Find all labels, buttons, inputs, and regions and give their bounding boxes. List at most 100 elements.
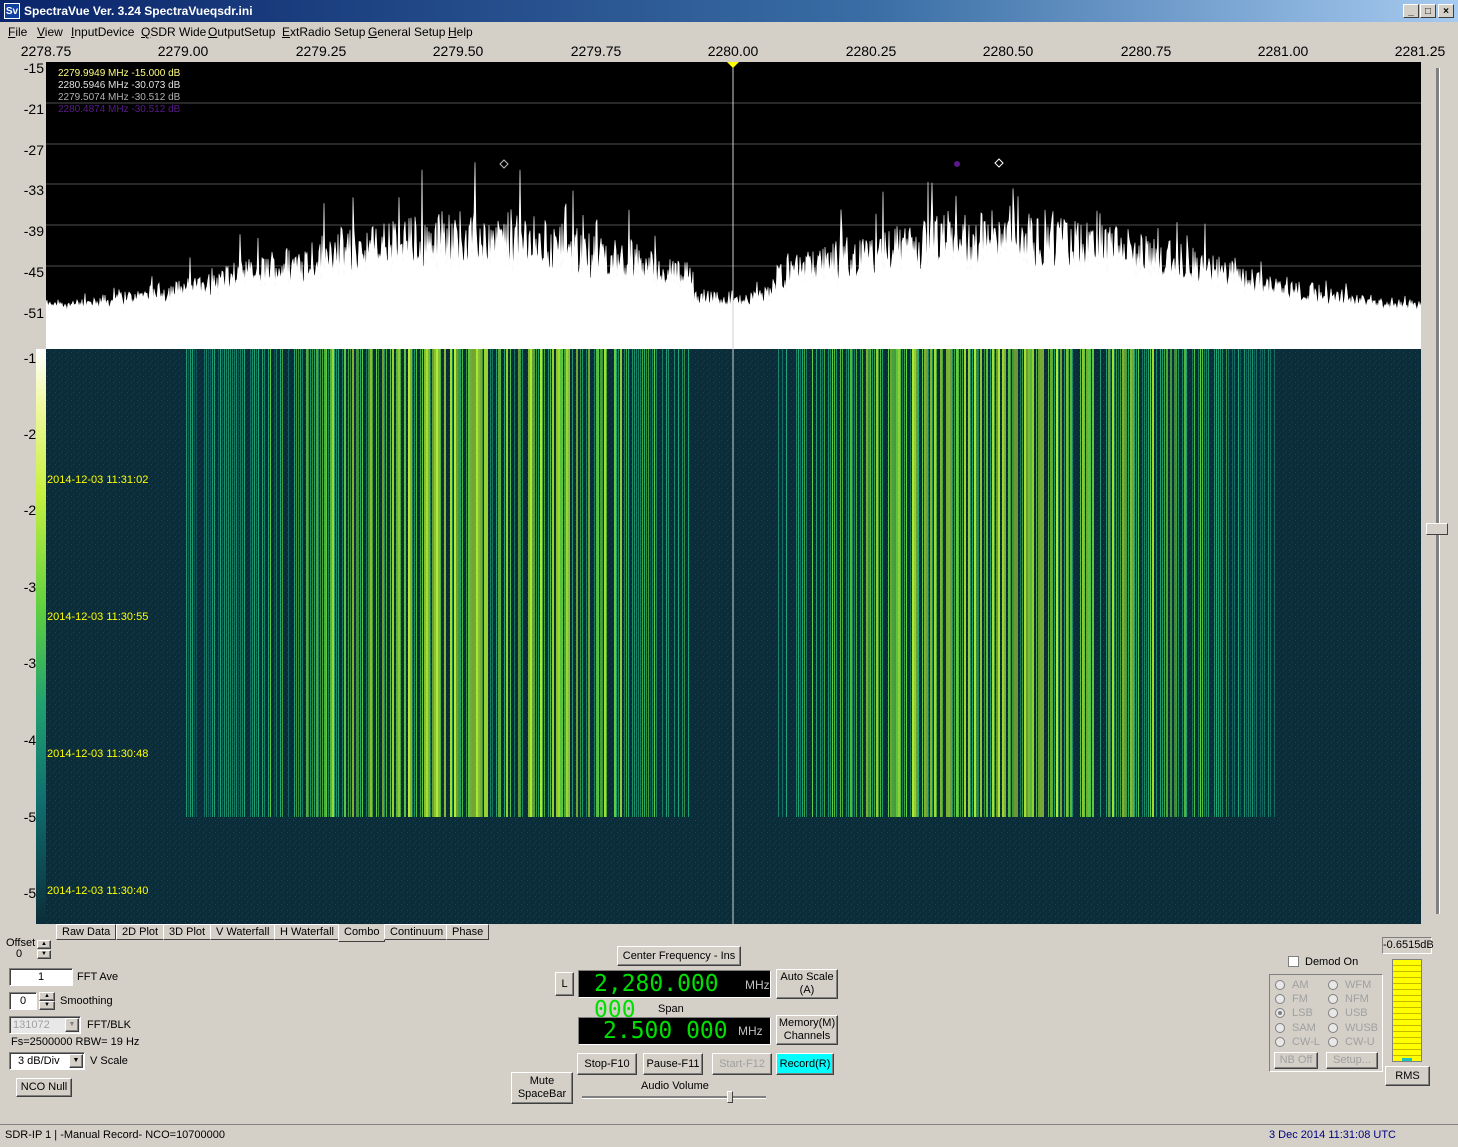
radio-fm[interactable]: [1275, 994, 1285, 1004]
radio-nfm[interactable]: [1328, 994, 1338, 1004]
waterfall-line: [362, 349, 363, 817]
app-icon[interactable]: Sv: [4, 3, 20, 19]
tab-v-waterfall[interactable]: V Waterfall: [210, 924, 276, 940]
waterfall-line: [674, 349, 675, 817]
status-datetime: 3 Dec 2014 11:31:08 UTC: [1269, 1129, 1396, 1141]
offset-down-icon[interactable]: ▼: [37, 950, 51, 959]
tab-combo[interactable]: Combo: [338, 924, 386, 942]
memory-channels-button[interactable]: Memory(M) Channels: [776, 1015, 838, 1045]
fft-ave-input[interactable]: 1: [9, 968, 73, 986]
freq-tick-label: 2280.25: [845, 43, 897, 59]
reference-slider-thumb[interactable]: [1426, 523, 1448, 535]
spectrum-waterfall-svg[interactable]: [46, 62, 1421, 924]
audio-volume-thumb[interactable]: [727, 1091, 733, 1103]
mute-button[interactable]: Mute SpaceBar: [511, 1072, 573, 1104]
waterfall-line: [1202, 349, 1203, 817]
radio-lsb[interactable]: [1275, 1008, 1285, 1018]
menu-inputdevice[interactable]: InputDevice: [71, 25, 134, 39]
audio-volume-track[interactable]: [582, 1096, 766, 1099]
vscale-label: V Scale: [90, 1055, 128, 1067]
l-button[interactable]: L: [555, 972, 574, 996]
tab-h-waterfall[interactable]: H Waterfall: [274, 924, 340, 940]
nb-off-button[interactable]: NB Off: [1274, 1052, 1318, 1069]
waterfall-line: [854, 349, 855, 817]
freq-tick-label: 2279.25: [295, 43, 347, 59]
waterfall-line: [912, 349, 914, 817]
radio-cw-u[interactable]: [1328, 1037, 1338, 1047]
waterfall-line: [1086, 349, 1088, 817]
radio-wfm[interactable]: [1328, 980, 1338, 990]
setup-button[interactable]: Setup...: [1326, 1052, 1378, 1069]
vscale-dropdown-icon[interactable]: ▼: [69, 1054, 83, 1068]
center-frequency-button[interactable]: Center Frequency - Ins: [617, 946, 741, 966]
mode-label-nfm: NFM: [1345, 993, 1369, 1005]
waterfall-line: [296, 349, 297, 817]
plot-area[interactable]: 2279.9949 MHz -15.000 dB 2280.5946 MHz -…: [46, 62, 1421, 924]
waterfall-line: [620, 349, 622, 817]
tab-raw-data[interactable]: Raw Data: [56, 924, 117, 940]
record-button[interactable]: Record(R): [776, 1053, 834, 1075]
waterfall-line: [440, 349, 441, 817]
menu-view[interactable]: View: [37, 25, 63, 39]
waterfall-line: [498, 349, 500, 817]
smoothing-label: Smoothing: [60, 995, 113, 1007]
menu-outputsetup[interactable]: OutputSetup: [208, 25, 275, 39]
waterfall-line: [802, 349, 803, 817]
tab-3d-plot[interactable]: 3D Plot: [163, 924, 212, 940]
reference-slider-track[interactable]: [1436, 68, 1440, 914]
marker-dot-icon[interactable]: [954, 161, 960, 167]
rms-button[interactable]: RMS: [1385, 1066, 1430, 1086]
radio-cw-l[interactable]: [1275, 1037, 1285, 1047]
waterfall-line: [492, 349, 493, 817]
waterfall-line: [1244, 349, 1245, 817]
auto-scale-button[interactable]: Auto Scale (A): [776, 969, 838, 999]
smoothing-up-icon[interactable]: ▲: [39, 992, 55, 1001]
waterfall-line: [426, 349, 428, 817]
fft-blk-dropdown-icon[interactable]: ▼: [65, 1018, 79, 1032]
menu-qsdr-wide[interactable]: QSDR Wide: [141, 25, 206, 39]
menu-file[interactable]: File: [8, 25, 27, 39]
waterfall-line: [1136, 349, 1137, 817]
waterfall-line: [1274, 349, 1275, 817]
smoothing-input[interactable]: 0: [9, 992, 37, 1010]
tab-phase[interactable]: Phase: [446, 924, 490, 940]
freq-tick-label: 2280.00: [707, 43, 759, 59]
frequency-value: 2,280.000 000: [594, 971, 719, 1023]
waterfall-line: [990, 349, 991, 817]
waterfall-line: [1150, 349, 1151, 817]
waterfall-line: [390, 349, 391, 817]
menu-general-setup[interactable]: General Setup: [368, 25, 445, 39]
waterfall-line: [1120, 349, 1121, 817]
close-icon[interactable]: ×: [1438, 4, 1454, 18]
nco-null-button[interactable]: NCO Null: [16, 1078, 72, 1097]
waterfall-line: [1080, 349, 1081, 817]
waterfall-line: [476, 349, 478, 817]
pause-button[interactable]: Pause-F11: [643, 1053, 703, 1075]
frequency-axis: 2278.75 2279.00 2279.25 2279.50 2279.75 …: [0, 42, 1458, 62]
minimize-icon[interactable]: _: [1403, 4, 1419, 18]
tab-2d-plot[interactable]: 2D Plot: [116, 924, 165, 940]
radio-usb[interactable]: [1328, 1008, 1338, 1018]
offset-up-icon[interactable]: ▲: [37, 940, 51, 949]
maximize-icon[interactable]: □: [1420, 4, 1436, 18]
demod-on-checkbox[interactable]: [1288, 956, 1299, 967]
waterfall-line: [1148, 349, 1149, 817]
radio-sam[interactable]: [1275, 1023, 1285, 1033]
frequency-display[interactable]: 2,280.000 000 MHz: [578, 970, 771, 1023]
waterfall-line: [484, 349, 486, 817]
waterfall-line: [324, 349, 326, 817]
radio-wusb[interactable]: [1328, 1023, 1338, 1033]
radio-am[interactable]: [1275, 980, 1285, 990]
waterfall-line: [560, 349, 562, 817]
tab-continuum[interactable]: Continuum: [384, 924, 450, 940]
waterfall-line: [1088, 349, 1090, 817]
waterfall-line: [1218, 349, 1219, 817]
stop-button[interactable]: Stop-F10: [577, 1053, 637, 1075]
menu-extradio-setup[interactable]: ExtRadio Setup: [282, 25, 365, 39]
waterfall-line: [222, 349, 223, 817]
start-button[interactable]: Start-F12: [712, 1053, 772, 1075]
smoothing-down-icon[interactable]: ▼: [39, 1001, 55, 1010]
menu-help[interactable]: Help: [448, 25, 473, 39]
fs-rbw-text: Fs=2500000 RBW= 19 Hz: [11, 1036, 140, 1048]
span-display[interactable]: 2.500 000 MHz: [578, 1017, 771, 1045]
